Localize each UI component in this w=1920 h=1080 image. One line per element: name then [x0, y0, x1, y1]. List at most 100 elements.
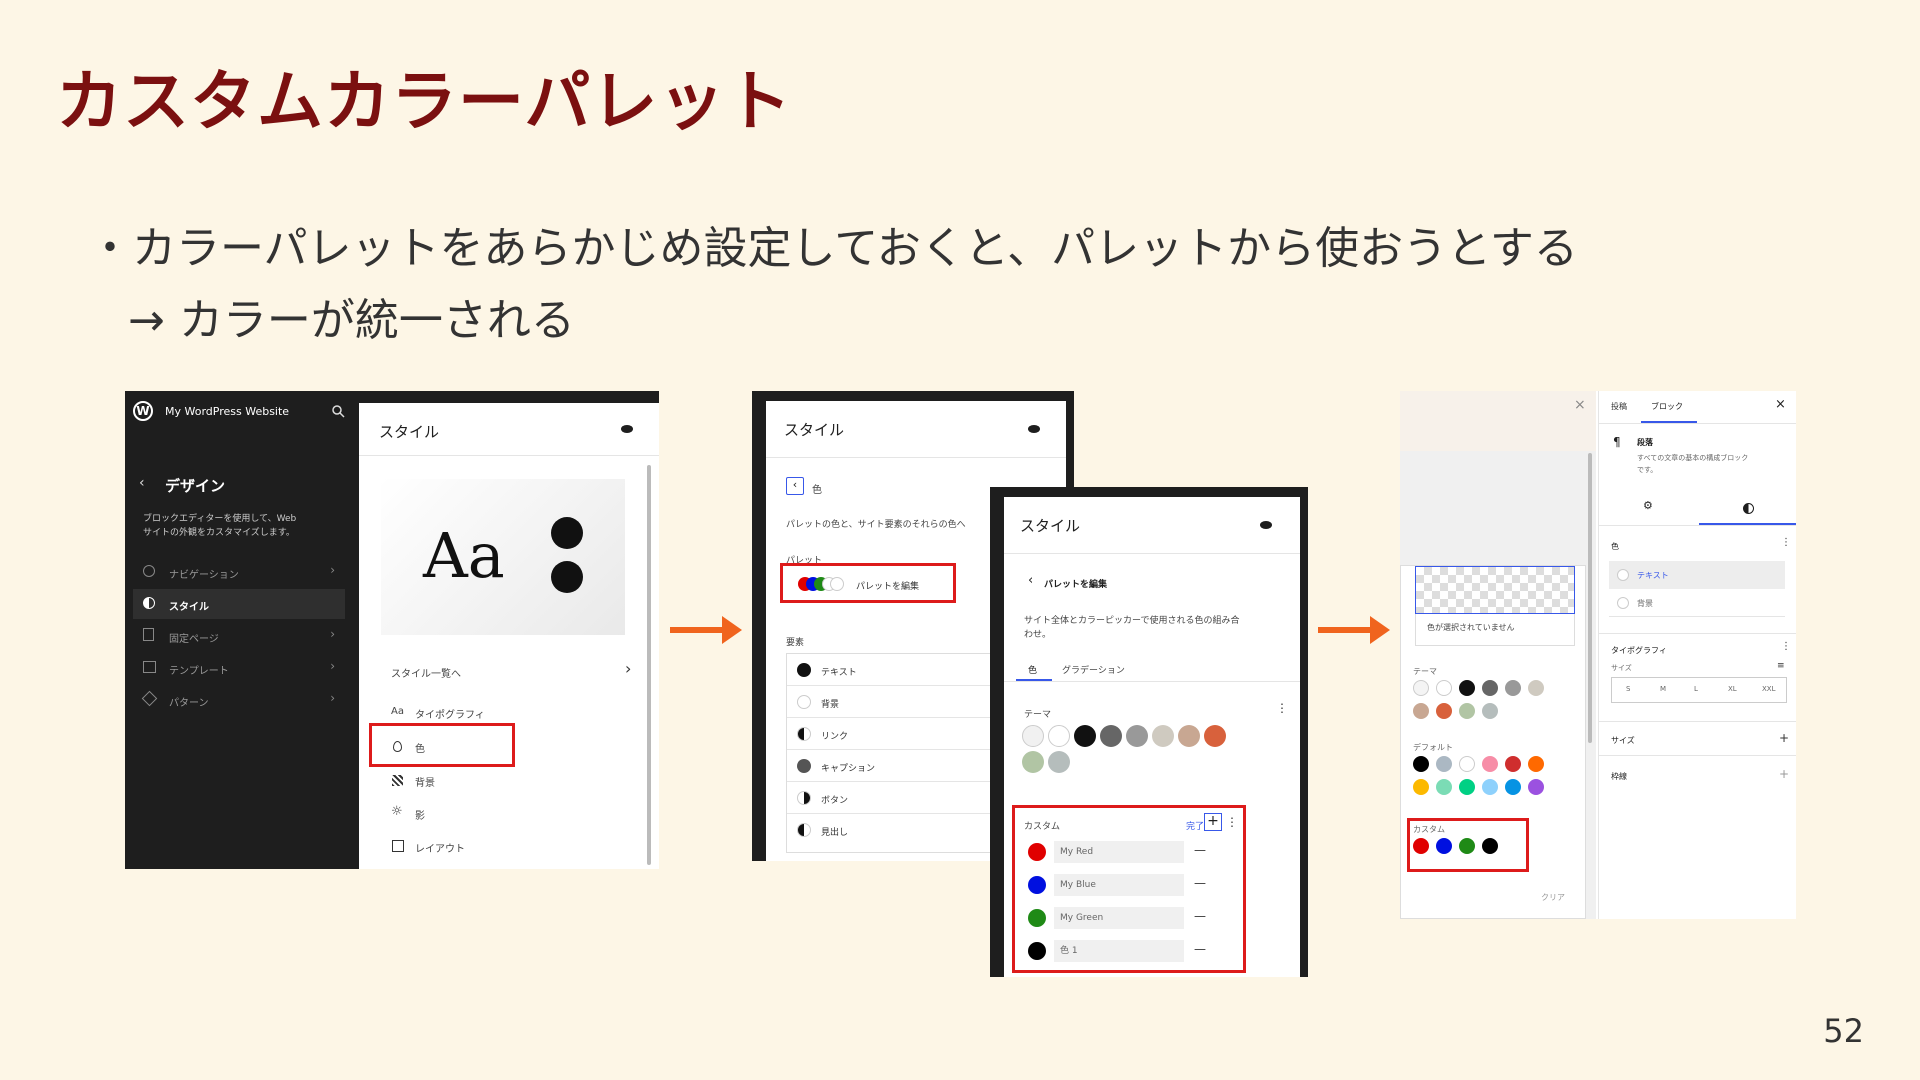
color-swatch[interactable]: [1505, 756, 1521, 772]
eye-icon[interactable]: [1260, 521, 1272, 529]
style-preview[interactable]: Aa: [381, 479, 625, 635]
color-swatch[interactable]: [1022, 725, 1044, 747]
text-label: テキスト: [1637, 571, 1669, 580]
page-icon: [143, 628, 154, 641]
color-swatch[interactable]: [1048, 725, 1070, 747]
color-swatch[interactable]: [1413, 756, 1429, 772]
bullet-text-line-1: ・カラーパレットをあらかじめ設定しておくと、パレットから使おうとする: [88, 223, 1578, 274]
color-swatch[interactable]: [1152, 725, 1174, 747]
menu-item-label: 影: [415, 811, 425, 822]
color-swatch[interactable]: [1413, 779, 1429, 795]
size-settings-icon[interactable]: ≡: [1777, 661, 1785, 671]
menu-item-layout[interactable]: レイアウト: [391, 839, 591, 859]
settings-tab[interactable]: ⚙: [1643, 499, 1653, 512]
pattern-icon: [141, 690, 158, 707]
nav-item-styles[interactable]: スタイル: [133, 589, 345, 619]
background-label: 背景: [1637, 599, 1653, 608]
tab-post[interactable]: 投稿: [1611, 401, 1627, 412]
styles-tab-icon[interactable]: [1743, 503, 1754, 514]
more-options-icon[interactable]: ⋮: [1276, 701, 1288, 715]
font-size-option[interactable]: M: [1660, 685, 1666, 693]
nav-item-pages[interactable]: 固定ページ ›: [133, 621, 345, 651]
theme-label: テーマ: [1024, 710, 1052, 720]
search-icon[interactable]: [331, 404, 345, 418]
font-size-option[interactable]: XL: [1728, 685, 1737, 693]
add-icon[interactable]: +: [1779, 731, 1789, 745]
color-swatch[interactable]: [1459, 703, 1475, 719]
color-bg-row[interactable]: 背景: [1609, 589, 1785, 617]
color-swatch[interactable]: [1436, 680, 1452, 696]
block-name: 段落: [1637, 438, 1653, 447]
eye-icon[interactable]: [621, 425, 633, 433]
color-swatch[interactable]: [1178, 725, 1200, 747]
font-size-option[interactable]: XXL: [1762, 685, 1776, 693]
nav-item-templates[interactable]: テンプレート ›: [133, 653, 345, 683]
more-options-icon[interactable]: ⋮: [1781, 641, 1791, 652]
color-swatch[interactable]: [1482, 779, 1498, 795]
color-swatch[interactable]: [1100, 725, 1122, 747]
divider: [1599, 423, 1796, 424]
color-swatch[interactable]: [1126, 725, 1148, 747]
wp-logo-icon[interactable]: W: [133, 401, 153, 421]
color-swatch[interactable]: [1074, 725, 1096, 747]
back-chevron-icon[interactable]: ‹: [1028, 573, 1033, 588]
back-button[interactable]: ‹: [786, 477, 804, 495]
menu-item-background[interactable]: 背景: [391, 773, 591, 793]
panel-title: スタイル: [1020, 517, 1081, 535]
color-swatch[interactable]: [1528, 680, 1544, 696]
back-chevron-icon[interactable]: ‹: [139, 475, 145, 491]
color-swatch[interactable]: [1204, 725, 1226, 747]
tab-color[interactable]: 色: [1028, 663, 1037, 676]
color-swatch[interactable]: [1022, 751, 1044, 773]
color-swatch[interactable]: [1459, 779, 1475, 795]
menu-item-shadow[interactable]: ☼ 影: [391, 804, 591, 826]
color-swatch[interactable]: [1436, 756, 1452, 772]
tab-gradient[interactable]: グラデーション: [1062, 663, 1125, 676]
chevron-right-icon[interactable]: ›: [625, 659, 631, 678]
menu-item-typography[interactable]: Aa タイポグラフィ: [391, 705, 591, 725]
color-swatch[interactable]: [1436, 779, 1452, 795]
color-swatch[interactable]: [1413, 703, 1429, 719]
preview-dot-2: [551, 561, 583, 593]
divider: [1599, 721, 1796, 722]
swatch-half: [797, 727, 811, 741]
color-swatch[interactable]: [1528, 756, 1544, 772]
navigation-icon: [143, 565, 155, 577]
color-swatch[interactable]: [1505, 779, 1521, 795]
color-swatch[interactable]: [1436, 703, 1452, 719]
eye-icon[interactable]: [1028, 425, 1040, 433]
nav-item-patterns[interactable]: パターン ›: [133, 685, 345, 715]
font-size-picker[interactable]: S M L XL XXL: [1611, 677, 1787, 703]
close-icon[interactable]: ×: [1775, 397, 1786, 412]
close-icon[interactable]: ×: [1574, 397, 1586, 413]
add-icon[interactable]: +: [1779, 767, 1789, 781]
scrollbar[interactable]: [647, 465, 651, 865]
more-options-icon[interactable]: ⋮: [1781, 537, 1791, 548]
theme-swatches: [1413, 680, 1583, 736]
color-swatch[interactable]: [1482, 680, 1498, 696]
color-swatch[interactable]: [1459, 756, 1475, 772]
font-size-option[interactable]: L: [1694, 685, 1698, 693]
color-swatch[interactable]: [1048, 751, 1070, 773]
color-swatch[interactable]: [1482, 703, 1498, 719]
divider: [1004, 681, 1300, 682]
color-swatch[interactable]: [1505, 680, 1521, 696]
screenshot-site-editor: W My WordPress Website ‹ デザイン ブロックエディターを…: [125, 391, 659, 869]
paragraph-icon: ¶: [1613, 435, 1621, 449]
color-text-row[interactable]: テキスト: [1609, 561, 1785, 589]
style-list-link[interactable]: スタイル一覧へ: [391, 665, 461, 680]
color-swatch[interactable]: [1413, 680, 1429, 696]
site-name[interactable]: My WordPress Website: [165, 405, 289, 418]
color-swatch[interactable]: [1459, 680, 1475, 696]
bullet-text-line-2: → カラーが統一される: [128, 295, 575, 346]
nav-item-navigation[interactable]: ナビゲーション ›: [133, 557, 345, 587]
font-size-option[interactable]: S: [1626, 685, 1630, 693]
back-label: パレットを編集: [1044, 580, 1108, 590]
chevron-right-icon: ›: [330, 563, 335, 577]
tab-block[interactable]: ブロック: [1651, 401, 1683, 412]
color-swatch[interactable]: [1482, 756, 1498, 772]
clear-button[interactable]: クリア: [1541, 892, 1565, 903]
nav-item-label: パターン: [169, 698, 209, 709]
color-swatch[interactable]: [1528, 779, 1544, 795]
canvas-scrollbar[interactable]: [1588, 453, 1592, 743]
